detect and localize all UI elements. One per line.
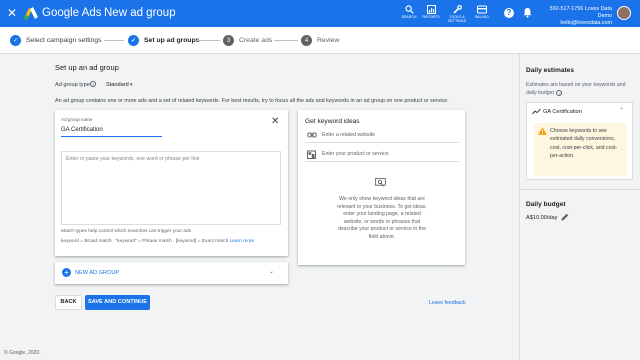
step-review[interactable]: 4 Review: [301, 35, 339, 46]
link-icon: [307, 132, 317, 138]
reports-tool-button[interactable]: REPORTS: [419, 5, 443, 19]
keyword-ideas-title: Get keyword ideas: [305, 118, 360, 125]
ad-group-name-label: Ad group name: [61, 117, 93, 122]
new-ad-group-label: NEW AD GROUP: [75, 270, 120, 276]
step-number: 4: [301, 35, 312, 46]
estimate-ad-group-name: GA Certification: [543, 109, 582, 115]
copyright-footer: © Google, 2020.: [4, 350, 41, 356]
chevron-up-icon[interactable]: ⌃: [619, 107, 624, 114]
keyword-ideas-message: We only show keyword ideas that are rele…: [337, 196, 427, 240]
billing-tool-button[interactable]: BILLING: [470, 5, 494, 19]
match-types-examples: keyword = Broad match "keyword" = Phrase…: [61, 239, 254, 244]
step-label: Review: [317, 37, 340, 44]
keywords-placeholder: Enter or paste your keywords, one word o…: [66, 156, 200, 162]
divider: [520, 189, 640, 190]
estimates-note-text: Estimates are based on your keywords and…: [526, 82, 626, 96]
daily-budget-heading: Daily budget: [526, 201, 566, 208]
help-icon[interactable]: ?: [504, 8, 514, 18]
top-app-bar: ✕ Google Ads New ad group SEARCH REPORTS…: [0, 0, 640, 27]
keyword-ideas-card: Get keyword ideas Enter a related websit…: [298, 110, 465, 265]
product-service-placeholder: Enter your product or service: [322, 151, 389, 157]
estimate-card: GA Certification ⌃ Choose keywords to se…: [526, 102, 633, 180]
daily-estimates-heading: Daily estimates: [526, 67, 575, 74]
warning-text: Choose keywords to see estimated daily c…: [550, 128, 618, 160]
check-circle-icon: ✓: [10, 35, 21, 46]
step-number: 3: [223, 35, 234, 46]
step-connector: [104, 40, 124, 41]
learn-more-link[interactable]: Learn more: [230, 239, 255, 244]
dropdown-arrow-icon[interactable]: ▾: [130, 82, 133, 88]
billing-tool-label: BILLING: [475, 15, 489, 19]
keyword-search-icon: [375, 178, 386, 187]
account-info[interactable]: 592-517-1756 Loves Data Demo hello@loves…: [539, 6, 612, 27]
new-ad-group-button[interactable]: + NEW AD GROUP ⌄: [55, 262, 288, 284]
estimate-warning: Choose keywords to see estimated daily c…: [534, 123, 627, 176]
daily-budget-value: A$10.00/day: [526, 215, 558, 221]
billing-icon: [477, 5, 487, 14]
pencil-icon[interactable]: [561, 213, 569, 221]
google-ads-logo: [23, 7, 38, 20]
save-and-continue-button[interactable]: SAVE AND CONTINUE: [85, 295, 150, 310]
step-set-up-ad-groups[interactable]: ✓ Set up ad groups: [128, 35, 200, 46]
related-website-input[interactable]: Enter a related website: [305, 130, 459, 143]
close-icon[interactable]: ✕: [271, 117, 279, 127]
warning-icon: [538, 127, 547, 135]
search-icon: [404, 5, 414, 14]
store-icon: [307, 150, 316, 159]
step-label: Select campaign settings: [26, 37, 102, 44]
leave-feedback-link[interactable]: Leave feedback: [429, 300, 466, 306]
account-id: 592-517-1756 Loves Data Demo: [549, 6, 612, 19]
section-heading: Set up an ad group: [55, 63, 119, 72]
reports-tool-label: REPORTS: [422, 15, 440, 19]
account-email: hello@lovesdata.com: [560, 20, 612, 26]
step-label: Set up ad groups: [144, 37, 200, 44]
keywords-textarea[interactable]: Enter or paste your keywords, one word o…: [61, 151, 281, 225]
estimates-note: Estimates are based on your keywords and…: [526, 82, 636, 97]
brand-name: Google Ads: [42, 7, 102, 19]
step-select-campaign-settings[interactable]: ✓ Select campaign settings: [10, 35, 102, 46]
chevron-down-icon: ⌄: [269, 269, 275, 275]
wrench-icon: [452, 5, 462, 14]
check-circle-icon: ✓: [128, 35, 139, 46]
ad-group-type-select[interactable]: Standard: [106, 82, 129, 88]
notifications-bell-icon[interactable]: [523, 7, 532, 18]
ad-group-description: An ad group contains one or more ads and…: [55, 98, 449, 104]
search-tool-button[interactable]: SEARCH: [397, 5, 421, 19]
trend-line-icon: [532, 108, 541, 115]
match-examples-text: keyword = Broad match "keyword" = Phrase…: [61, 239, 229, 244]
step-connector: [274, 40, 298, 41]
avatar[interactable]: [617, 6, 631, 20]
ad-group-type-label: Ad group type: [55, 82, 90, 88]
related-website-placeholder: Enter a related website: [322, 132, 376, 138]
close-icon[interactable]: ✕: [7, 6, 17, 20]
tools-settings-button[interactable]: TOOLS & SETTINGS: [445, 5, 469, 23]
help-icon[interactable]: ?: [90, 81, 96, 87]
ad-group-name-input[interactable]: GA Certification: [61, 127, 103, 133]
step-connector: [196, 40, 220, 41]
step-label: Create ads: [239, 37, 273, 44]
match-types-help: Match types help control which searches …: [61, 229, 192, 234]
reports-icon: [426, 5, 436, 14]
input-underline: [61, 136, 162, 137]
back-button[interactable]: BACK: [55, 295, 82, 310]
product-service-input[interactable]: Enter your product or service: [305, 149, 459, 162]
page-title: New ad group: [104, 7, 176, 19]
ad-group-card: Ad group name GA Certification ✕ Enter o…: [55, 110, 288, 256]
stepper-bar: ✓ Select campaign settings ✓ Set up ad g…: [0, 27, 640, 54]
step-create-ads[interactable]: 3 Create ads: [223, 35, 272, 46]
add-icon: +: [62, 268, 71, 277]
help-icon[interactable]: ?: [556, 90, 563, 96]
search-tool-label: SEARCH: [401, 15, 417, 19]
tools-settings-label: TOOLS & SETTINGS: [448, 15, 466, 23]
